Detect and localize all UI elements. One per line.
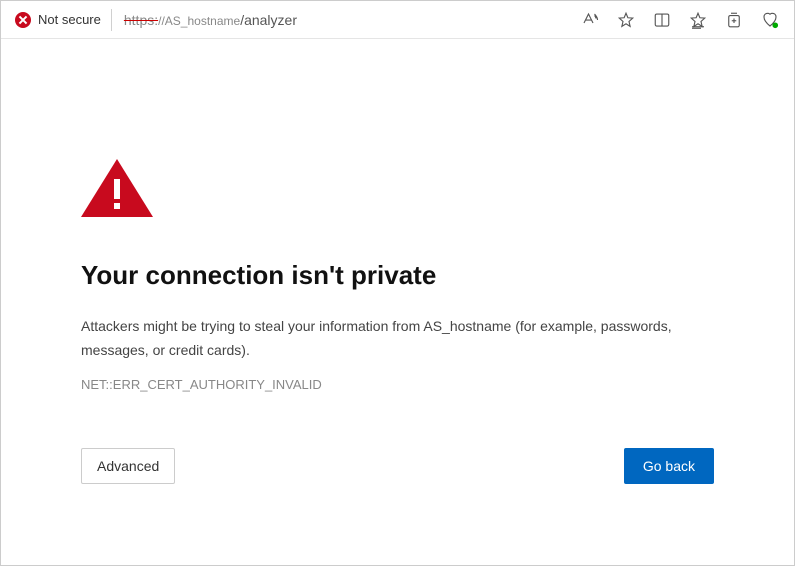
error-page-content: Your connection isn't private Attackers … [1,39,794,484]
go-back-button[interactable]: Go back [624,448,714,484]
error-code: NET::ERR_CERT_AUTHORITY_INVALID [81,377,714,392]
read-aloud-icon[interactable] [580,10,600,30]
favorites-icon[interactable] [688,10,708,30]
error-desc-prefix: Attackers might be trying to steal your … [81,318,423,334]
address-bar: Not secure https://AS_hostname/analyzer [1,1,794,39]
url-slashes: // [158,14,165,28]
url-protocol: https: [124,12,158,28]
url-path: /analyzer [240,12,297,28]
error-description: Attackers might be trying to steal your … [81,315,714,363]
url-field[interactable]: https://AS_hostname/analyzer [120,12,572,28]
url-host: AS_hostname [165,14,240,28]
collections-icon[interactable] [724,10,744,30]
favorite-star-icon[interactable] [616,10,636,30]
not-secure-icon [15,12,31,28]
split-screen-icon[interactable] [652,10,672,30]
security-label: Not secure [38,12,101,27]
advanced-button[interactable]: Advanced [81,448,175,484]
button-row: Advanced Go back [81,448,714,484]
toolbar-icons [580,10,784,30]
error-title: Your connection isn't private [81,260,714,291]
error-desc-host: AS_hostname [423,318,511,334]
browser-essentials-icon[interactable] [760,10,780,30]
warning-triangle-icon [81,159,714,222]
security-badge[interactable]: Not secure [15,9,112,31]
